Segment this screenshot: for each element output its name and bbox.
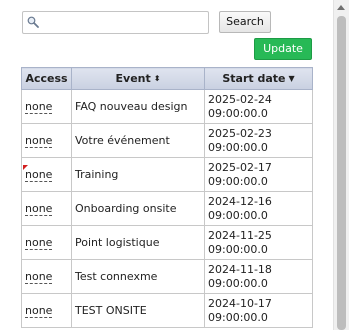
access-link[interactable]: none [25,236,53,250]
table-row[interactable]: none Training 2025-02-17 09:00:00.0 [21,157,313,192]
flag-marker-icon [23,165,28,170]
start-date-time: 09:00:00.0 [208,106,268,120]
vertical-scrollbar[interactable] [333,0,349,330]
search-button[interactable]: Search [219,11,271,33]
access-link[interactable]: none [25,202,53,216]
access-link[interactable]: none [23,165,53,182]
start-date-day: 2025-02-24 [208,92,272,106]
event-list-page: Search Update Access Event ⬍ Start date ▼ [0,0,349,330]
start-date-time: 09:00:00.0 [208,174,268,188]
start-date-day: 2024-11-25 [208,228,272,242]
table-row[interactable]: none TEST ONSITE 2024-10-17 09:00:00.0 [21,293,313,328]
event-name-cell: Point logistique [71,225,205,260]
event-name-cell: TEST ONSITE [71,293,205,328]
start-date-day: 2024-10-17 [208,296,272,310]
start-date-cell: 2024-10-17 09:00:00.0 [204,293,313,328]
sort-descending-icon: ▼ [288,74,295,83]
event-name-cell: Test connexme [71,259,205,294]
start-date-time: 09:00:00.0 [208,208,268,222]
event-name-cell: FAQ nouveau design [71,89,205,124]
start-date-cell: 2025-02-23 09:00:00.0 [204,123,313,158]
table-row[interactable]: none FAQ nouveau design 2025-02-24 09:00:00… [21,89,313,124]
events-table: Access Event ⬍ Start date ▼ none FAQ nouvea… [21,67,313,328]
content-area: Search Update Access Event ⬍ Start date ▼ [0,0,333,330]
start-date-cell: 2025-02-17 09:00:00.0 [204,157,313,192]
access-link[interactable]: none [25,304,53,318]
column-header-access: Access [21,67,72,90]
start-date-day: 2025-02-23 [208,126,272,140]
column-header-access-label: Access [25,72,68,85]
access-cell: none [21,259,72,294]
access-cell: none [21,123,72,158]
start-date-time: 09:00:00.0 [208,140,268,154]
scroll-up-arrow-icon[interactable] [337,5,345,10]
start-date-cell: 2024-11-18 09:00:00.0 [204,259,313,294]
access-cell: none [21,225,72,260]
sort-both-icon: ⬍ [153,74,161,83]
search-icon [27,16,39,28]
access-cell: none [21,293,72,328]
column-header-event-label: Event [115,72,151,85]
access-cell: none [21,157,72,192]
column-header-start-date[interactable]: Start date ▼ [204,67,313,90]
table-body: none FAQ nouveau design 2025-02-24 09:00:00… [21,89,313,328]
event-name-cell: Votre événement [71,123,205,158]
access-link[interactable]: none [25,100,53,114]
start-date-time: 09:00:00.0 [208,276,268,290]
search-input[interactable] [43,14,203,31]
table-row[interactable]: none Votre événement 2025-02-23 09:00:00.0 [21,123,313,158]
start-date-cell: 2025-02-24 09:00:00.0 [204,89,313,124]
start-date-cell: 2024-11-25 09:00:00.0 [204,225,313,260]
table-row[interactable]: none Onboarding onsite 2024-12-16 09:00:00.… [21,191,313,226]
access-cell: none [21,191,72,226]
start-date-day: 2025-02-17 [208,160,272,174]
access-label: none [25,168,53,181]
table-header-row: Access Event ⬍ Start date ▼ [21,67,313,90]
table-row[interactable]: none Test connexme 2024-11-18 09:00:00.0 [21,259,313,294]
column-header-start-date-label: Start date [222,72,286,85]
start-date-cell: 2024-12-16 09:00:00.0 [204,191,313,226]
access-link[interactable]: none [25,134,53,148]
scrollbar-thumb[interactable] [337,16,346,330]
access-cell: none [21,89,72,124]
start-date-day: 2024-11-18 [208,262,272,276]
start-date-time: 09:00:00.0 [208,310,268,324]
event-name-cell: Onboarding onsite [71,191,205,226]
column-header-event[interactable]: Event ⬍ [71,67,205,90]
search-box[interactable] [22,11,209,34]
start-date-time: 09:00:00.0 [208,242,268,256]
table-row[interactable]: none Point logistique 2024-11-25 09:00:00.0 [21,225,313,260]
update-button[interactable]: Update [254,38,312,60]
start-date-day: 2024-12-16 [208,194,272,208]
event-name-cell: Training [71,157,205,192]
access-link[interactable]: none [25,270,53,284]
